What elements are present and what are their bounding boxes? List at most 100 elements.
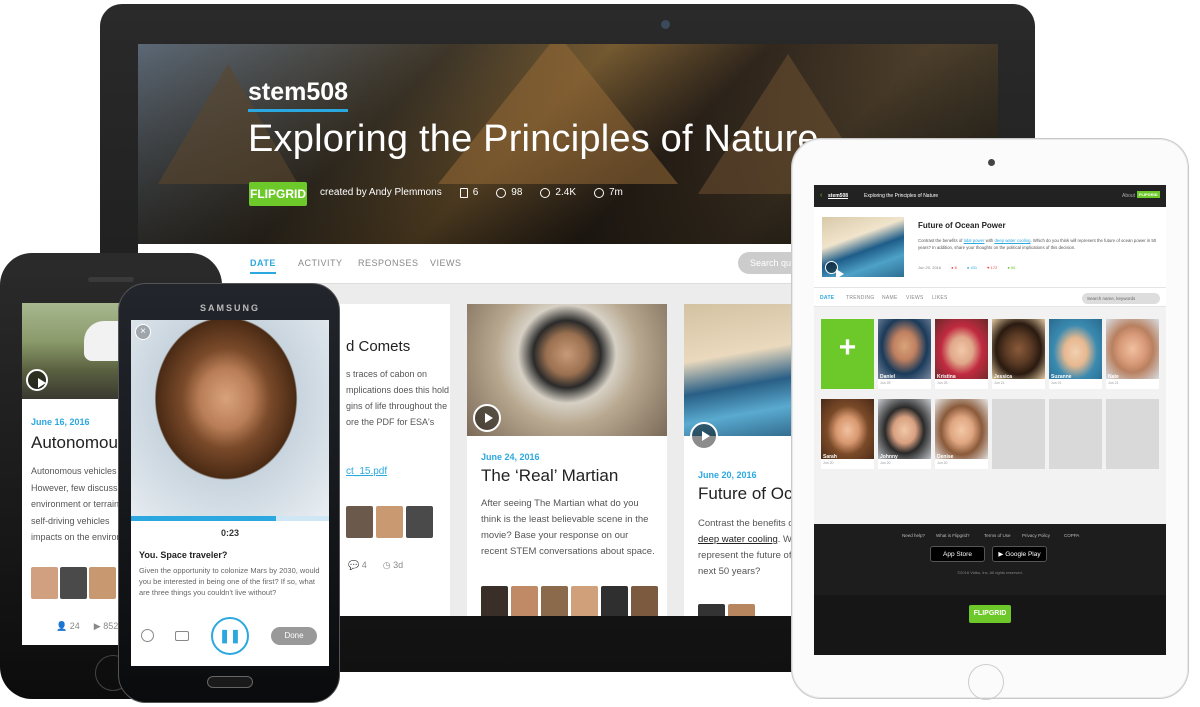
time-count: 7m bbox=[609, 187, 623, 198]
add-response-button[interactable]: + bbox=[821, 319, 874, 389]
views-count: 852 bbox=[103, 621, 119, 631]
tab-date[interactable]: DATE bbox=[820, 295, 834, 301]
empty-tile bbox=[1049, 399, 1102, 469]
members-stat: ● 8 bbox=[951, 265, 957, 270]
footer-link-privacy[interactable]: Privacy Policy bbox=[1022, 533, 1050, 538]
footer-link-help[interactable]: Need help? bbox=[902, 533, 925, 538]
ipad-nav: ‹ stem508 Exploring the Principles of Na… bbox=[814, 185, 1166, 207]
play-icon[interactable] bbox=[473, 404, 501, 432]
about-link[interactable]: About bbox=[1122, 193, 1135, 199]
footer-link-what-is[interactable]: What is Flipgrid? bbox=[936, 533, 970, 538]
response-date: Jun 21 bbox=[1108, 381, 1119, 385]
response-thumbnail[interactable] bbox=[406, 506, 433, 538]
nav-title: Exploring the Principles of Nature bbox=[864, 193, 939, 199]
response-tile[interactable]: Kristina Jun 25 bbox=[935, 319, 988, 389]
card-title: Autonomous bbox=[31, 433, 127, 452]
app-store-button[interactable]: App Store bbox=[930, 546, 985, 562]
responder-name: Jessica bbox=[994, 374, 1013, 380]
topic-card[interactable]: June 24, 2016 The ‘Real’ Martian After s… bbox=[467, 304, 667, 616]
response-thumbnail[interactable] bbox=[481, 586, 508, 616]
time-stat: 7m bbox=[594, 187, 623, 198]
app-store-label: App Store bbox=[943, 551, 972, 558]
members-count: 98 bbox=[511, 187, 523, 198]
response-photo bbox=[878, 319, 931, 379]
tab-name[interactable]: NAME bbox=[882, 295, 898, 301]
done-button[interactable]: Done bbox=[271, 627, 317, 645]
tab-trending[interactable]: TRENDING bbox=[846, 295, 875, 301]
product-showcase: stem508 Exploring the Principles of Natu… bbox=[0, 0, 1200, 707]
members-stat: 98 bbox=[496, 187, 522, 198]
footer-bottom bbox=[814, 595, 1166, 655]
pdf-link[interactable]: ct_15.pdf bbox=[346, 464, 450, 480]
comment-icon: 💬 4 bbox=[348, 560, 367, 570]
play-icon[interactable] bbox=[26, 369, 48, 391]
views-stat: ● 431 bbox=[966, 265, 978, 270]
flipgrid-logo[interactable]: FLIPGRID bbox=[1137, 191, 1160, 198]
copyright: ©2016 Vidku, Inc. All rights reserved. bbox=[957, 570, 1023, 575]
play-icon: ▶ bbox=[93, 621, 101, 631]
response-thumbnail[interactable] bbox=[31, 567, 58, 599]
pause-button[interactable]: ❚❚ bbox=[211, 617, 249, 655]
flipgrid-logo[interactable]: FLIPGRID bbox=[969, 605, 1011, 623]
home-button[interactable] bbox=[968, 664, 1004, 700]
topic-header: Future of Ocean Power Contrast the benef… bbox=[814, 207, 1166, 287]
response-photo bbox=[1049, 319, 1102, 379]
response-thumbnail[interactable] bbox=[698, 604, 725, 616]
deep-water-link[interactable]: deep water cooling bbox=[698, 534, 778, 545]
response-tile[interactable]: Sarah Jun 20 bbox=[821, 399, 874, 469]
response-thumbnail[interactable] bbox=[571, 586, 598, 616]
tidal-power-link[interactable]: tidal power bbox=[964, 238, 985, 243]
camera-flip-icon[interactable] bbox=[175, 631, 189, 641]
response-thumbnail[interactable] bbox=[511, 586, 538, 616]
flipgrid-logo[interactable]: FLIPGRID bbox=[249, 182, 307, 206]
response-tile[interactable]: Suzanne Jun 21 bbox=[1049, 319, 1102, 389]
tab-views[interactable]: VIEWS bbox=[906, 295, 924, 301]
question-body: Given the opportunity to colonize Mars b… bbox=[139, 566, 320, 597]
footer-link-coppa[interactable]: COPPA bbox=[1064, 533, 1079, 538]
google-play-button[interactable]: ▶ Google Play bbox=[992, 546, 1047, 562]
body-text: Contrast the benefits of bbox=[918, 238, 964, 243]
group-link[interactable]: stem508 bbox=[828, 193, 848, 199]
response-tile[interactable]: Jessica Jun 21 bbox=[992, 319, 1045, 389]
response-date: Jun 21 bbox=[994, 381, 1005, 385]
ipad-device: ‹ stem508 Exploring the Principles of Na… bbox=[791, 138, 1189, 700]
card-body: After seeing The Martian what do you thi… bbox=[481, 498, 655, 557]
response-thumbnail[interactable] bbox=[60, 567, 87, 599]
ipad-camera bbox=[988, 159, 995, 166]
response-thumbnail[interactable] bbox=[89, 567, 116, 599]
response-tile[interactable]: Johnny Jun 20 bbox=[878, 399, 931, 469]
recording-progress bbox=[131, 516, 329, 521]
group-username[interactable]: stem508 bbox=[248, 78, 349, 112]
home-button[interactable] bbox=[207, 676, 253, 688]
play-icon[interactable] bbox=[690, 422, 718, 450]
response-thumbnails bbox=[346, 506, 433, 538]
back-icon[interactable]: ‹ bbox=[820, 192, 822, 199]
response-photo bbox=[821, 399, 874, 459]
topic-image[interactable] bbox=[822, 217, 904, 279]
tab-activity[interactable]: ACTIVITY bbox=[298, 258, 343, 268]
close-icon[interactable]: × bbox=[135, 324, 151, 340]
views-stat: ▶ 852 bbox=[94, 621, 118, 632]
search-input[interactable]: Search name, keywords bbox=[1082, 293, 1160, 304]
response-thumbnail[interactable] bbox=[728, 604, 755, 616]
response-thumbnail[interactable] bbox=[346, 506, 373, 538]
card-stats: 💬 4 ◷ 3d bbox=[348, 560, 403, 571]
response-tile[interactable]: Denise Jun 20 bbox=[935, 399, 988, 469]
tab-views[interactable]: VIEWS bbox=[430, 258, 462, 268]
play-icon[interactable] bbox=[825, 261, 844, 279]
footer-link-terms[interactable]: Terms of Use bbox=[984, 533, 1011, 538]
tab-date[interactable]: DATE bbox=[250, 258, 276, 274]
response-date: Jun 25 bbox=[937, 381, 948, 385]
response-tile[interactable]: Nate Jun 21 bbox=[1106, 319, 1159, 389]
card-date: June 24, 2016 bbox=[481, 452, 540, 462]
brightness-icon[interactable] bbox=[141, 629, 154, 642]
tab-likes[interactable]: LIKES bbox=[932, 295, 948, 301]
tab-responses[interactable]: RESPONSES bbox=[358, 258, 419, 268]
response-thumbnail[interactable] bbox=[541, 586, 568, 616]
response-thumbnail[interactable] bbox=[376, 506, 403, 538]
response-thumbnail[interactable] bbox=[631, 586, 658, 616]
response-thumbnail[interactable] bbox=[601, 586, 628, 616]
responder-name: Denise bbox=[937, 454, 954, 460]
response-tile[interactable]: Daniel Jun 25 bbox=[878, 319, 931, 389]
deep-water-link[interactable]: deep water cooling bbox=[994, 238, 1030, 243]
